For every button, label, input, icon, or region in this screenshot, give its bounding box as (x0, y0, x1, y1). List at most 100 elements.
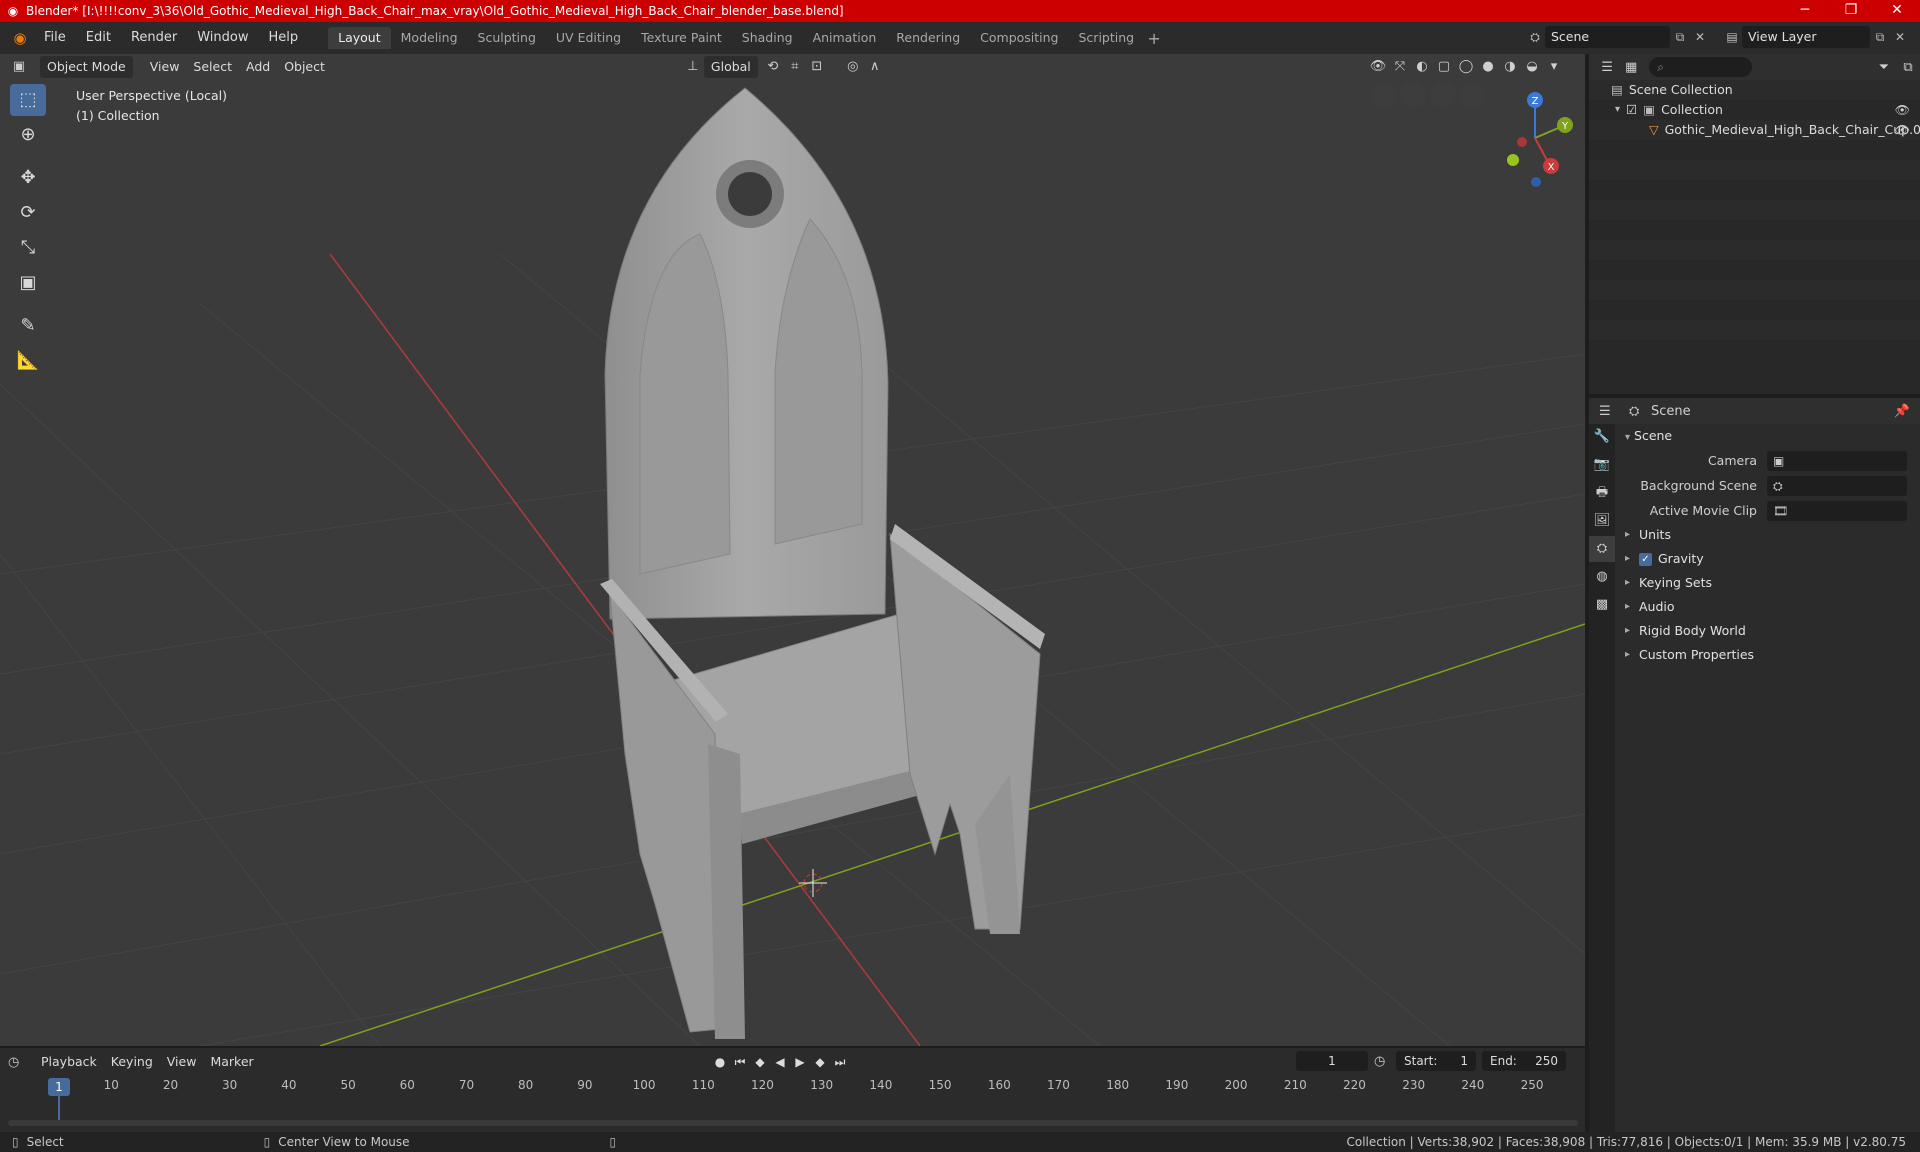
menu-add[interactable]: Add (239, 56, 277, 78)
gravity-checkbox[interactable]: ✓ (1639, 552, 1652, 566)
rendered-shading-icon[interactable]: ◒ (1521, 56, 1543, 78)
move-tool-icon[interactable]: ✥ (10, 162, 46, 194)
scene-panel-header[interactable]: ▾ Scene (1617, 424, 1920, 448)
tab-animation[interactable]: Animation (803, 27, 887, 49)
gizmo-toggle-icon[interactable]: ⤧ (1389, 56, 1411, 78)
object-visibility-icon[interactable]: 👁 (1895, 120, 1910, 140)
view-layer-icon[interactable]: ▤ (1722, 30, 1742, 44)
measure-tool-icon[interactable]: 📐 (10, 345, 46, 377)
material-shading-icon[interactable]: ◑ (1499, 56, 1521, 78)
transform-tool-icon[interactable]: ▣ (10, 267, 46, 299)
delete-scene-icon[interactable]: ✕ (1690, 30, 1710, 44)
tab-uv-editing[interactable]: UV Editing (546, 27, 631, 49)
frame-ruler[interactable]: 10 20 30 40 50 60 70 80 90 100 110 120 130 140 150 160 1… (8, 1076, 1578, 1096)
view-layer-tab-icon[interactable]: 🖼 (1589, 508, 1615, 534)
collection-visibility-icon[interactable]: 👁 (1895, 100, 1910, 120)
xray-toggle-icon[interactable]: ▢ (1433, 56, 1455, 78)
snap-icon[interactable]: ⌗ (784, 56, 806, 78)
outliner-search-input[interactable]: ⌕ (1649, 57, 1752, 77)
start-frame-field[interactable]: Start: 1 (1396, 1051, 1476, 1071)
select-box-tool-icon[interactable]: ⬚ (10, 84, 46, 116)
object-row[interactable]: ▽ Gothic_Medieval_High_Back_Chair_Cup.00… (1589, 120, 1920, 140)
texture-tab-icon[interactable]: ▩ (1589, 592, 1615, 618)
wireframe-shading-icon[interactable]: ◯ (1455, 56, 1477, 78)
jump-start-icon[interactable]: ⏮ (730, 1051, 750, 1073)
menu-object[interactable]: Object (277, 56, 332, 78)
menu-file[interactable]: File (34, 22, 76, 54)
delete-view-layer-icon[interactable]: ✕ (1890, 30, 1910, 44)
scene-icon[interactable]: ⛭ (1525, 30, 1545, 45)
properties-editor-type-icon[interactable]: ☰ (1599, 404, 1629, 419)
active-movie-clip-field[interactable]: 🎞 (1767, 500, 1907, 521)
next-keyframe-icon[interactable]: ◆ (810, 1051, 830, 1073)
object-mode-dropdown[interactable]: Object Mode (40, 56, 133, 78)
scene-name-field[interactable]: Scene (1545, 26, 1670, 48)
menu-help[interactable]: Help (259, 22, 309, 54)
rigid-body-world-panel[interactable]: ▸ Rigid Body World (1617, 619, 1920, 643)
proportional-edit-icon[interactable]: ◎ (842, 56, 864, 78)
close-button[interactable]: ✕ (1874, 0, 1920, 22)
scene-tab-icon[interactable]: ⛭ (1589, 536, 1615, 562)
tab-compositing[interactable]: Compositing (970, 27, 1068, 49)
render-tab-icon[interactable]: 📷 (1589, 452, 1615, 478)
output-tab-icon[interactable]: 🖶 (1589, 480, 1615, 506)
tab-layout[interactable]: Layout (328, 27, 391, 49)
new-collection-icon[interactable]: ⧉ (1896, 60, 1920, 75)
preview-range-icon[interactable]: ◷ (1374, 1054, 1396, 1069)
prev-keyframe-icon[interactable]: ◆ (750, 1051, 770, 1073)
collection-checkbox-icon[interactable]: ☑ (1626, 100, 1637, 120)
display-mode-icon[interactable]: ▦ (1619, 60, 1643, 75)
gravity-panel[interactable]: ▸ ✓ Gravity (1617, 547, 1920, 571)
filter-icon[interactable]: ⏷ (1872, 60, 1896, 75)
menu-edit[interactable]: Edit (76, 22, 121, 54)
rotate-tool-icon[interactable]: ⟳ (10, 197, 46, 229)
maximize-button[interactable]: ❐ (1828, 0, 1874, 22)
snap-target-icon[interactable]: ⊡ (806, 56, 828, 78)
timeline-scrollbar[interactable] (8, 1120, 1578, 1126)
end-frame-field[interactable]: End: 250 (1482, 1051, 1566, 1071)
transform-orientation-dropdown[interactable]: Global (703, 56, 758, 78)
play-icon[interactable]: ▶ (790, 1051, 810, 1073)
annotate-tool-icon[interactable]: ✎ (10, 310, 46, 342)
scene-collection-row[interactable]: ▤ Scene Collection (1589, 80, 1920, 100)
menu-marker[interactable]: Marker (203, 1051, 260, 1073)
play-reverse-icon[interactable]: ◀ (770, 1051, 790, 1073)
new-view-layer-icon[interactable]: ⧉ (1870, 30, 1890, 45)
tab-modeling[interactable]: Modeling (391, 27, 468, 49)
menu-timeline-view[interactable]: View (160, 1051, 204, 1073)
audio-panel[interactable]: ▸ Audio (1617, 595, 1920, 619)
tab-shading[interactable]: Shading (732, 27, 803, 49)
jump-end-icon[interactable]: ⏭ (830, 1051, 850, 1073)
camera-field[interactable]: ▣ (1767, 450, 1907, 471)
editor-type-icon[interactable]: ▣ (8, 56, 30, 78)
minimize-button[interactable]: ─ (1782, 0, 1828, 22)
pivot-icon[interactable]: ⟲ (762, 56, 784, 78)
world-tab-icon[interactable]: ◍ (1589, 564, 1615, 590)
overlay-toggle-icon[interactable]: ◐ (1411, 56, 1433, 78)
pin-icon[interactable]: 📌 (1894, 404, 1910, 419)
menu-select[interactable]: Select (186, 56, 239, 78)
tab-sculpting[interactable]: Sculpting (468, 27, 546, 49)
current-frame-field[interactable]: 1 (1296, 1051, 1368, 1071)
playhead-frame-indicator[interactable]: 1 (48, 1078, 70, 1096)
timeline-editor-type-icon[interactable]: ◷ (8, 1055, 34, 1070)
shading-options-icon[interactable]: ▾ (1543, 56, 1565, 78)
tab-rendering[interactable]: Rendering (886, 27, 970, 49)
custom-properties-panel[interactable]: ▸ Custom Properties (1617, 643, 1920, 667)
menu-view[interactable]: View (143, 56, 187, 78)
tab-scripting[interactable]: Scripting (1069, 27, 1145, 49)
3d-viewport[interactable]: ▣ Object Mode View Select Add Object ⊥ G… (0, 54, 1585, 1046)
add-workspace-button[interactable]: + (1144, 29, 1164, 48)
falloff-icon[interactable]: ∧ (864, 56, 886, 78)
tool-tab-icon[interactable]: 🔧 (1589, 424, 1615, 450)
menu-window[interactable]: Window (187, 22, 258, 54)
cursor-tool-icon[interactable]: ⊕ (10, 119, 46, 151)
solid-shading-icon[interactable]: ● (1477, 56, 1499, 78)
record-icon[interactable]: ● (710, 1051, 730, 1073)
view-layer-field[interactable]: View Layer (1742, 26, 1870, 48)
outliner-editor-type-icon[interactable]: ☰ (1595, 60, 1619, 75)
menu-render[interactable]: Render (121, 22, 187, 54)
new-scene-icon[interactable]: ⧉ (1670, 30, 1690, 45)
tab-texture-paint[interactable]: Texture Paint (631, 27, 732, 49)
scale-tool-icon[interactable]: ⤡ (10, 232, 46, 264)
